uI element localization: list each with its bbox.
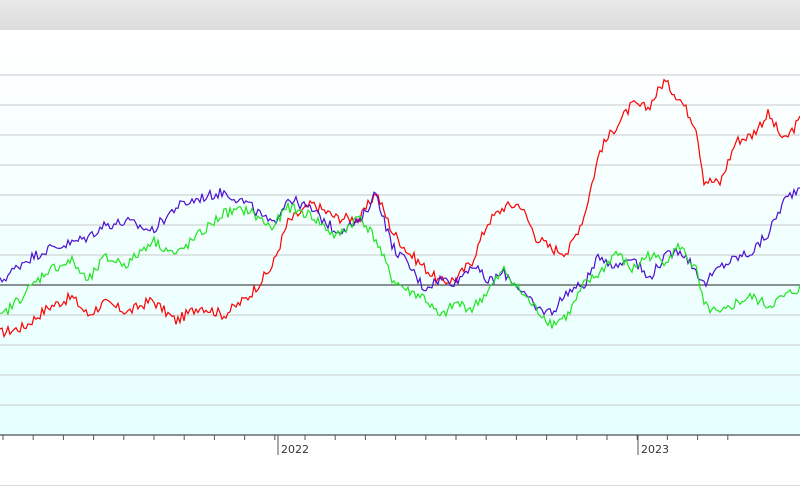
top-toolbar: [0, 0, 800, 31]
x-tick-label-2022: 2022: [281, 443, 309, 456]
plot-background: [0, 30, 800, 435]
chart-area: 2022 2023: [0, 30, 800, 460]
scroll-track: [0, 485, 800, 486]
line-chart: 2022 2023: [0, 30, 800, 456]
x-axis-ticks: [2, 435, 729, 455]
x-tick-label-2023: 2023: [641, 443, 669, 456]
